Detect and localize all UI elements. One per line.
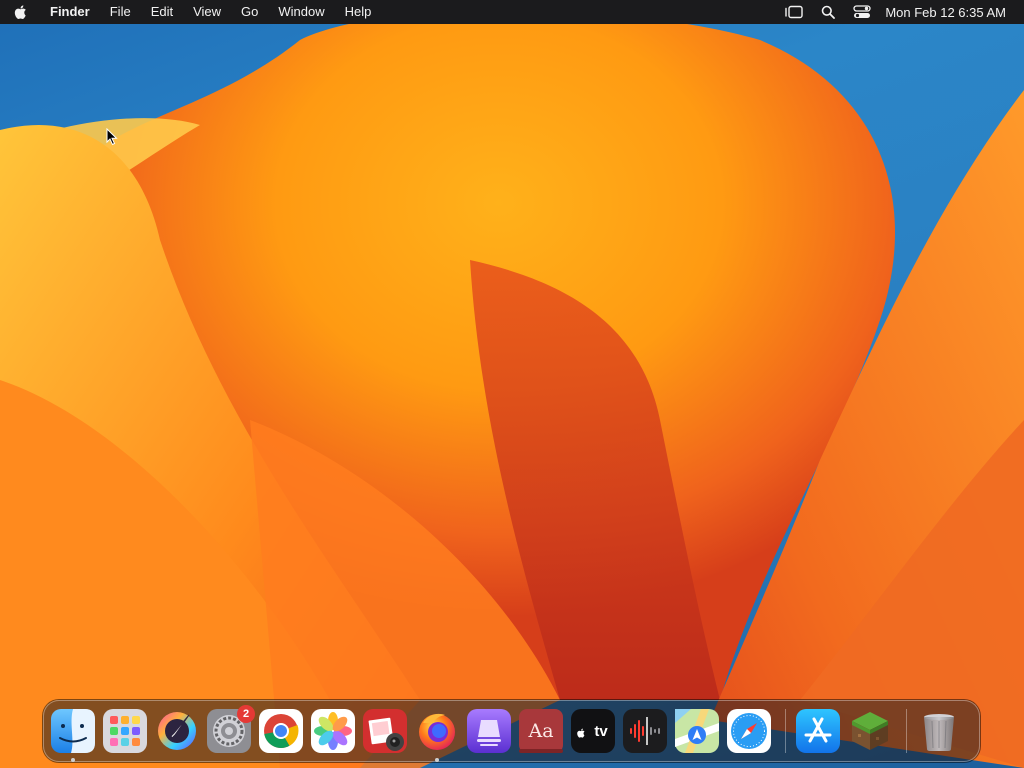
dock-krita[interactable] (155, 709, 199, 753)
dock-system-settings[interactable]: 2 (207, 705, 255, 753)
app-store-icon (796, 709, 840, 753)
apple-logo-icon (14, 5, 26, 20)
dock-photos[interactable] (311, 709, 355, 753)
spotlight-search-icon (822, 5, 836, 19)
menu-bar: Finder File Edit View Go Window Help Mon… (0, 0, 1024, 24)
chrome-icon (259, 709, 303, 753)
mouse-pointer-icon (106, 128, 118, 146)
control-center-button[interactable] (845, 0, 879, 24)
dock-separator (785, 709, 786, 753)
firefox-icon (419, 713, 455, 750)
app-menu-finder[interactable]: Finder (40, 0, 100, 24)
voice-memos-icon (623, 709, 667, 753)
menubar-clock[interactable]: Mon Feb 12 6:35 AM (879, 5, 1006, 20)
stage-manager-button[interactable] (777, 0, 811, 24)
running-indicator (71, 758, 75, 762)
dock-app-store[interactable] (796, 709, 840, 753)
dock-safari[interactable] (727, 709, 771, 753)
trash-icon (924, 714, 954, 751)
desktop-wallpaper (0, 0, 1024, 768)
dock-dictionary[interactable]: Aa (519, 709, 563, 753)
wallpaper-art (0, 10, 1024, 768)
stage-manager-icon (785, 5, 804, 19)
maps-icon (675, 709, 719, 753)
dock: 2 Aa tv (43, 700, 980, 762)
dock-voice-memos[interactable] (623, 709, 667, 753)
dock-chrome[interactable] (259, 709, 303, 753)
dock-firefox[interactable] (415, 709, 459, 762)
dock-minecraft[interactable] (848, 709, 892, 753)
menu-file[interactable]: File (100, 0, 141, 24)
spotlight-button[interactable] (811, 0, 845, 24)
purple-app-icon (467, 709, 511, 753)
running-indicator (435, 758, 439, 762)
menu-window[interactable]: Window (268, 0, 334, 24)
photo-booth-icon (363, 709, 407, 753)
notification-badge: 2 (237, 705, 255, 723)
minecraft-icon (852, 712, 888, 750)
dictionary-label: Aa (528, 720, 554, 742)
dock-separator (906, 709, 907, 753)
apple-tv-label: tv (594, 722, 608, 740)
launchpad-icon (103, 709, 147, 753)
menu-help[interactable]: Help (335, 0, 382, 24)
menu-go[interactable]: Go (231, 0, 268, 24)
dock-apple-tv[interactable]: tv (571, 709, 615, 753)
finder-icon (51, 709, 95, 753)
photos-icon (311, 709, 355, 753)
dock-launchpad[interactable] (103, 709, 147, 753)
dock-maps[interactable] (675, 709, 719, 753)
menu-view[interactable]: View (183, 0, 231, 24)
dock-purple-app[interactable] (467, 709, 511, 753)
menu-edit[interactable]: Edit (141, 0, 183, 24)
dock-trash[interactable] (917, 709, 961, 753)
krita-icon (158, 712, 196, 750)
dock-finder[interactable] (51, 709, 95, 762)
apple-menu-button[interactable] (0, 0, 40, 24)
control-center-icon (853, 5, 871, 18)
dock-photo-booth[interactable] (363, 709, 407, 753)
safari-icon (727, 709, 771, 753)
